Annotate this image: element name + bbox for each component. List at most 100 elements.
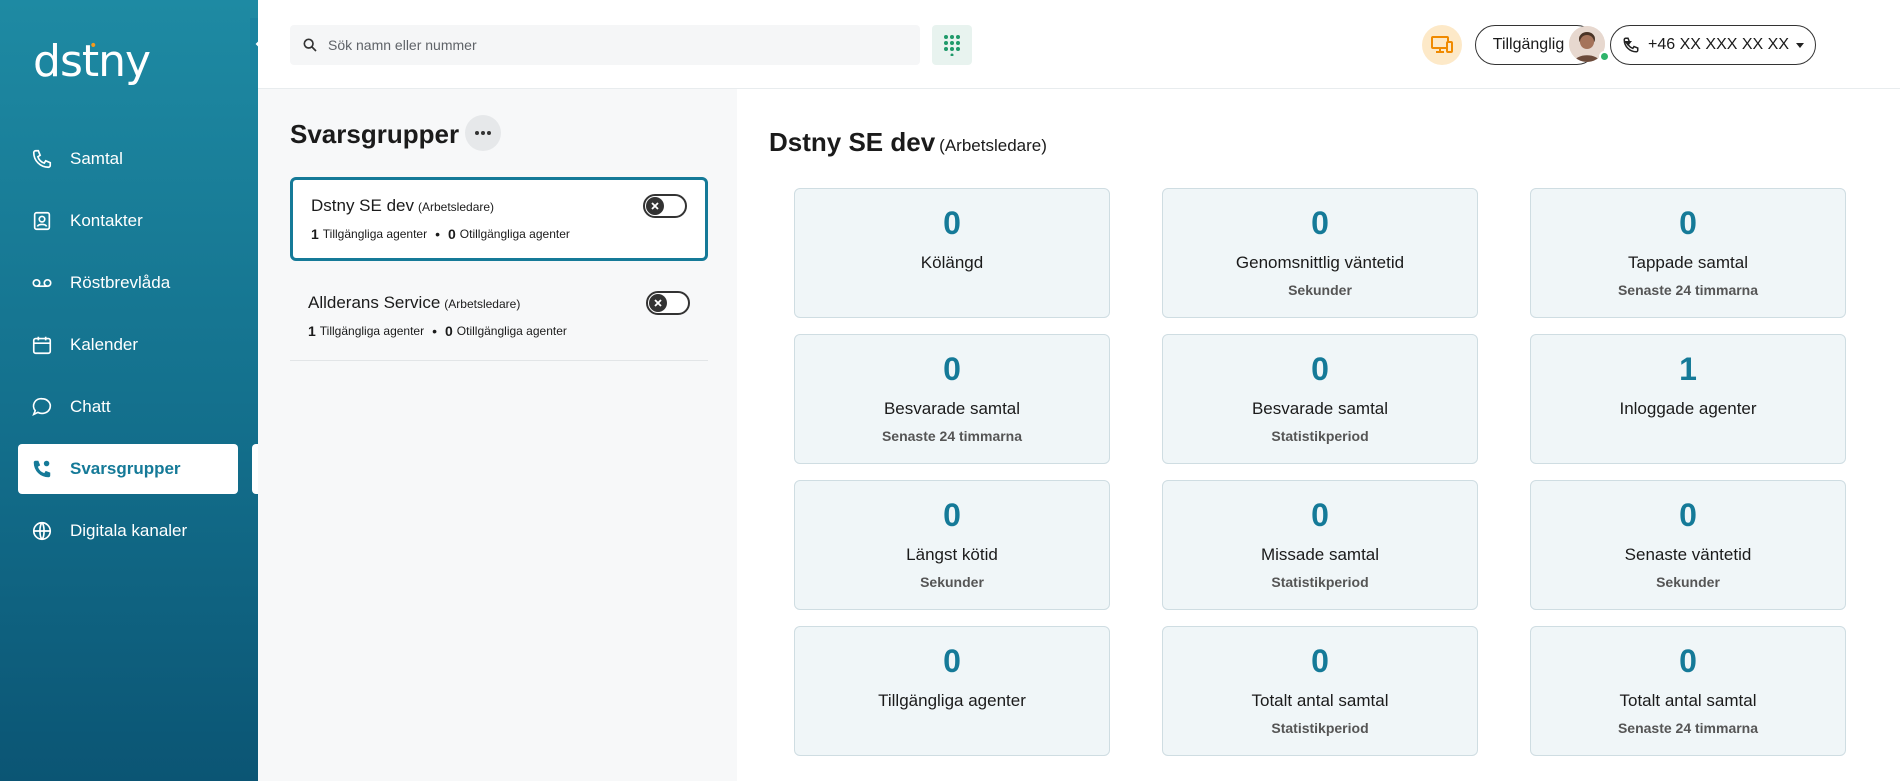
sidebar-item-chatt[interactable]: Chatt [18,382,238,432]
stat-label: Senaste väntetid [1624,545,1752,564]
available-count: 1 [308,323,316,339]
search-box[interactable] [290,25,920,65]
stat-card-logged-in-agents: 1 Inloggade agenter [1530,334,1846,464]
bullet-separator: • [432,323,437,339]
stat-card-missed-calls: 0 Missade samtal Statistikperiod [1162,480,1478,610]
sidebar-item-label: Kalender [70,335,139,354]
sidebar-item-label: Digitala kanaler [70,521,188,540]
stat-sublabel: Statistikperiod [1271,720,1369,736]
group-stats: 1 Tillgängliga agenter • 0 Otillgängliga… [308,323,690,339]
group-login-toggle[interactable] [646,291,690,315]
stat-sublabel: Senaste 24 timmarna [881,428,1023,444]
sidebar-item-kalender[interactable]: Kalender [18,320,238,370]
stat-card-available-agents: 0 Tillgängliga agenter [794,626,1110,756]
group-role: (Arbetsledare) [444,297,521,311]
account-caret-down-icon[interactable] [1624,41,1632,46]
sidebar-item-svarsgrupper[interactable]: Svarsgrupper [18,444,238,494]
stat-label: Längst kötid [906,545,998,564]
stat-sublabel: Sekunder [1288,282,1352,298]
stat-label: Totalt antal samtal [1619,691,1757,710]
stat-label: Tillgängliga agenter [878,691,1026,710]
stat-card-dropped-calls: 0 Tappade samtal Senaste 24 timmarna [1530,188,1846,318]
sidebar-item-kontakter[interactable]: Kontakter [18,196,238,246]
stat-label: Besvarade samtal [1251,399,1389,418]
groups-panel: Svarsgrupper Dstny SE dev (Arbetsledare) … [258,89,737,781]
stat-label: Totalt antal samtal [1251,691,1389,710]
phone-number-dropdown[interactable]: +46 XX XXX XX XX [1610,25,1816,65]
stat-card-total-24h: 0 Totalt antal samtal Senaste 24 timmarna [1530,626,1846,756]
globe-icon [30,519,54,543]
stat-sublabel: Senaste 24 timmarna [1617,282,1759,298]
group-stats: 1 Tillgängliga agenter • 0 Otillgängliga… [311,226,687,242]
stat-value: 0 [1311,205,1329,241]
voicemail-icon [30,271,54,295]
dialpad-button[interactable] [932,25,972,65]
top-bar: Tillgänglig +46 XX XXX XX XX [258,0,1900,89]
sidebar-item-label: Samtal [70,149,123,168]
group-dashboard: Dstny SE dev (Arbetsledare) 0 Kölängd 0 Gen… [737,89,1900,781]
available-count: 1 [311,226,319,242]
unavailable-label: Otillgängliga agenter [456,324,567,338]
more-options-button[interactable] [465,115,501,151]
sidebar-item-samtal[interactable]: Samtal [18,134,238,184]
stat-card-longest-queue: 0 Längst kötid Sekunder [794,480,1110,610]
available-label: Tillgängliga agenter [322,227,428,241]
stat-value: 0 [1679,205,1697,241]
dialpad-icon [944,35,960,56]
phone-icon [30,147,54,171]
stat-value: 0 [1311,497,1329,533]
sidebar-item-label: Chatt [70,397,111,416]
stat-sublabel: Sekunder [1656,574,1720,590]
stat-value: 0 [943,643,961,679]
stat-value: 0 [943,351,961,387]
caret-down-icon [1795,42,1804,48]
group-name: Dstny SE dev [311,196,414,215]
dstny-logo[interactable]: dst • ny [33,36,151,87]
stat-value: 0 [1679,497,1697,533]
stat-sublabel: Sekunder [920,574,984,590]
group-login-toggle[interactable] [643,194,687,218]
dashboard-title: Dstny SE dev (Arbetsledare) [769,127,1047,158]
group-card[interactable]: Allderans Service (Arbetsledare) 1 Tillgä… [290,277,708,361]
online-status-dot [1599,51,1610,62]
stat-value: 0 [943,497,961,533]
stat-card-avg-wait: 0 Genomsnittlig väntetid Sekunder [1162,188,1478,318]
calendar-icon [30,333,54,357]
contact-card-icon [30,209,54,233]
sidebar-item-label: Svarsgrupper [70,459,181,478]
dashboard-role: (Arbetsledare) [939,136,1047,155]
more-horizontal-icon [475,131,491,135]
unavailable-label: Otillgängliga agenter [459,227,570,241]
stat-card-total-period: 0 Totalt antal samtal Statistikperiod [1162,626,1478,756]
search-input[interactable] [328,37,888,53]
sidebar-item-digitala-kanaler[interactable]: Digitala kanaler [18,506,238,556]
group-card[interactable]: Dstny SE dev (Arbetsledare) 1 Tillgänglig… [290,177,708,261]
phone-number-label: +46 XX XXX XX XX [1648,36,1789,53]
stat-label: Missade samtal [1260,545,1380,564]
stat-value: 0 [1311,643,1329,679]
stat-card-kolangd: 0 Kölängd [794,188,1110,318]
unavailable-count: 0 [445,323,453,339]
sidebar-item-rostbrevlada[interactable]: Röstbrevlåda [18,258,238,308]
stat-label: Kölängd [920,253,984,272]
stat-value: 0 [1311,351,1329,387]
stat-card-latest-wait: 0 Senaste väntetid Sekunder [1530,480,1846,610]
stats-grid: 0 Kölängd 0 Genomsnittlig väntetid Sekunder… [794,188,1849,756]
stat-sublabel: Statistikperiod [1271,428,1369,444]
stat-label: Genomsnittlig väntetid [1235,253,1405,272]
stat-label: Inloggade agenter [1619,399,1757,418]
stat-value: 0 [1679,643,1697,679]
search-icon [303,38,317,52]
stat-label: Besvarade samtal [883,399,1021,418]
bullet-separator: • [435,226,440,242]
available-label: Tillgängliga agenter [319,324,425,338]
stat-card-answered-period: 0 Besvarade samtal Statistikperiod [1162,334,1478,464]
close-icon [646,197,664,215]
group-role: (Arbetsledare) [418,200,495,214]
stat-value: 1 [1679,351,1697,387]
close-icon [649,294,667,312]
sidebar-nav: Samtal Kontakter Röstbrevlåda Kalender C… [18,134,238,568]
desktop-app-button[interactable] [1422,25,1462,65]
stat-sublabel: Statistikperiod [1271,574,1369,590]
sidebar-item-label: Kontakter [70,211,143,230]
